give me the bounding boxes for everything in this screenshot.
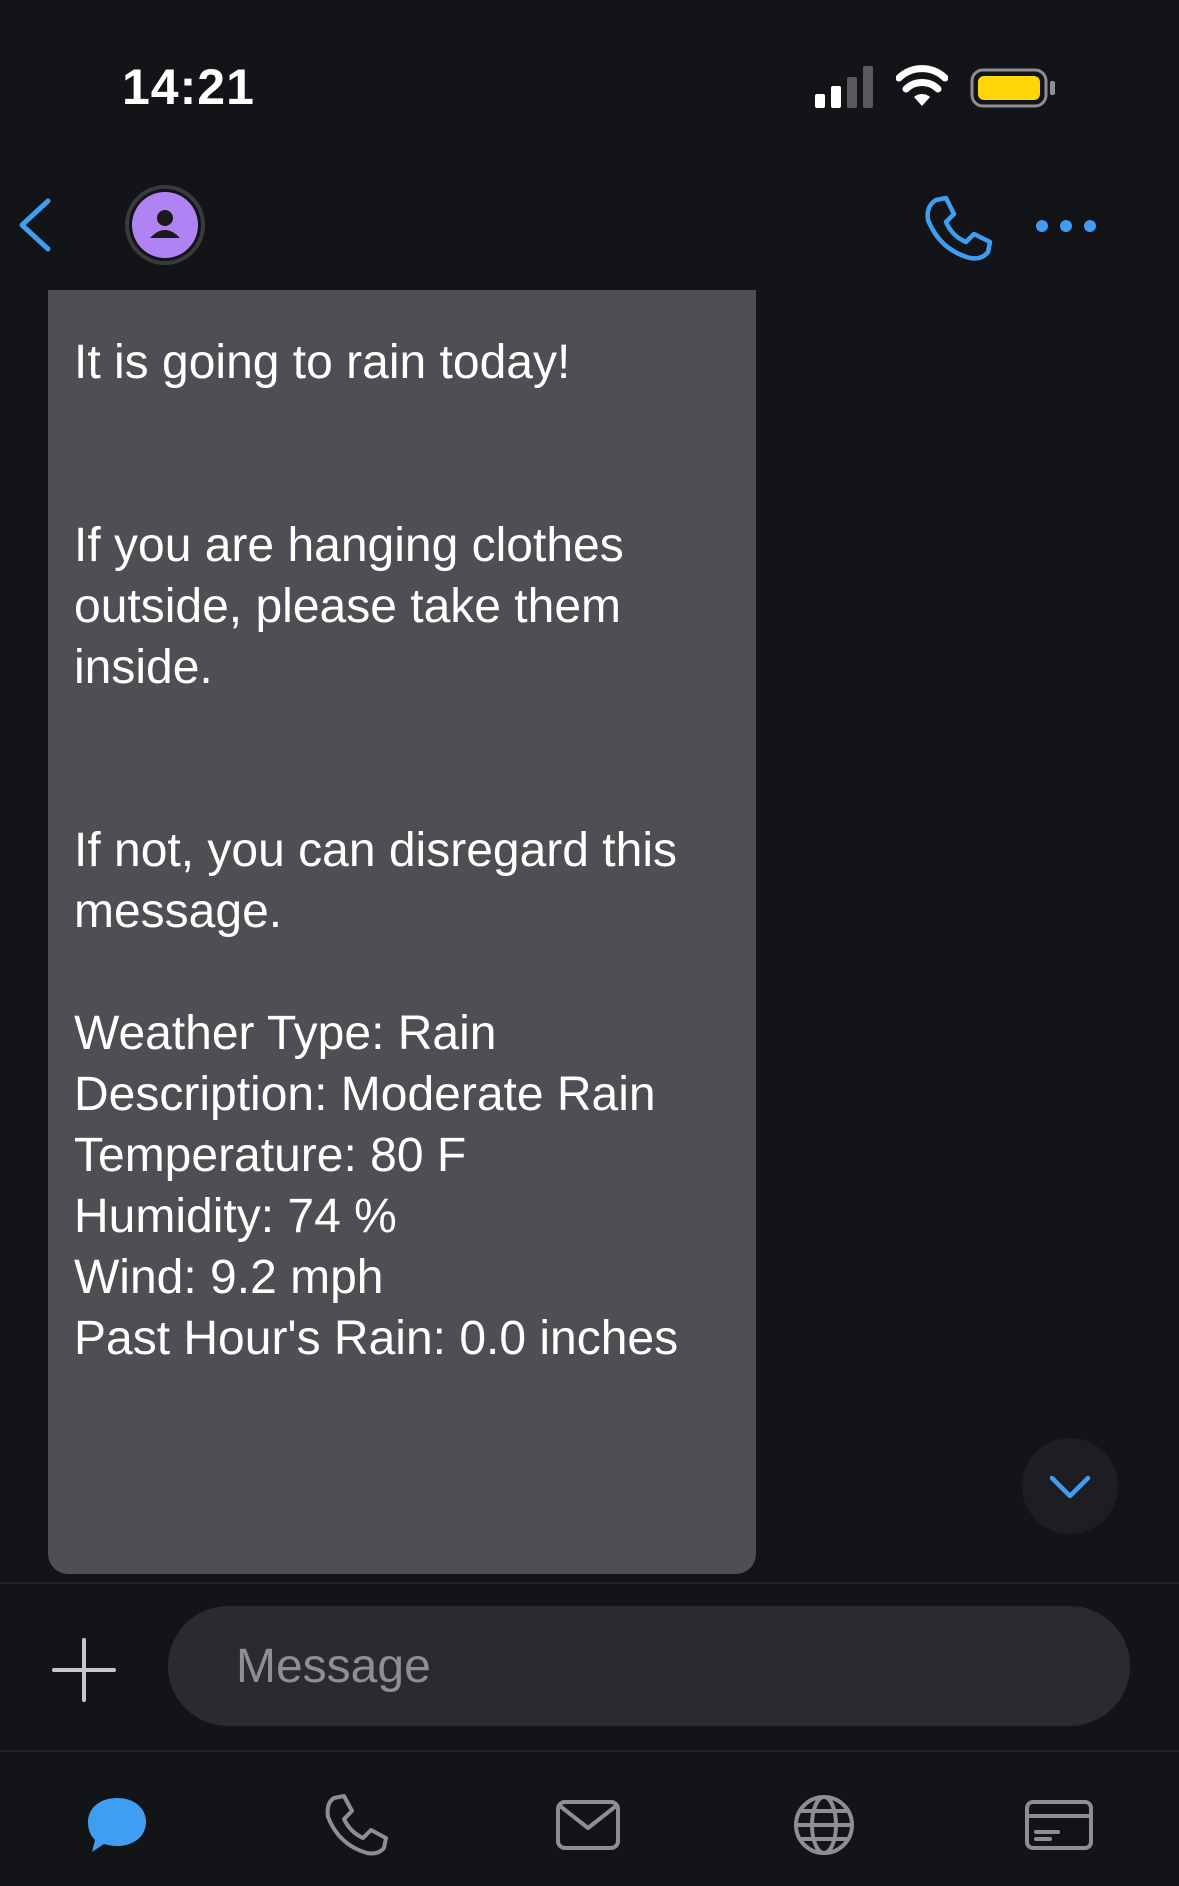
message-line: outside, please take them: [74, 580, 622, 633]
cellular-signal-icon: [815, 66, 873, 108]
globe-icon[interactable]: [790, 1792, 858, 1858]
message-line: If not, you can disregard this: [74, 824, 677, 877]
message-line: message.: [74, 885, 283, 938]
message-line: inside.: [74, 641, 213, 694]
status-time: 14:21: [122, 59, 255, 115]
battery-icon: [970, 68, 1055, 108]
wifi-icon: [896, 65, 948, 106]
plus-icon[interactable]: [50, 1636, 118, 1704]
composer-divider: [0, 1582, 1179, 1584]
message-input[interactable]: [168, 1606, 1130, 1726]
card-icon[interactable]: [1024, 1792, 1094, 1858]
incoming-message-bubble[interactable]: It is going to rain today! If you are ha…: [48, 290, 756, 1574]
weather-rain: Past Hour's Rain: 0.0 inches: [74, 1312, 679, 1365]
contact-avatar[interactable]: [124, 184, 206, 266]
weather-type: Weather Type: Rain: [74, 1007, 497, 1060]
weather-humidity: Humidity: 74 %: [74, 1190, 397, 1243]
chevron-left-icon[interactable]: [10, 193, 60, 257]
phone-icon[interactable]: [922, 194, 994, 264]
chat-bubble-icon[interactable]: [84, 1792, 150, 1858]
scroll-to-bottom-button[interactable]: [1022, 1438, 1118, 1534]
weather-description: Description: Moderate Rain: [74, 1068, 656, 1121]
phone-icon[interactable]: [322, 1792, 390, 1858]
message-line: If you are hanging clothes: [74, 519, 624, 572]
message-line: It is going to rain today!: [74, 336, 571, 389]
weather-wind: Wind: 9.2 mph: [74, 1251, 384, 1304]
chevron-down-icon: [1049, 1475, 1091, 1499]
mail-icon[interactable]: [554, 1792, 622, 1858]
ellipsis-icon[interactable]: [1032, 206, 1100, 246]
weather-temperature: Temperature: 80 F: [74, 1129, 467, 1182]
